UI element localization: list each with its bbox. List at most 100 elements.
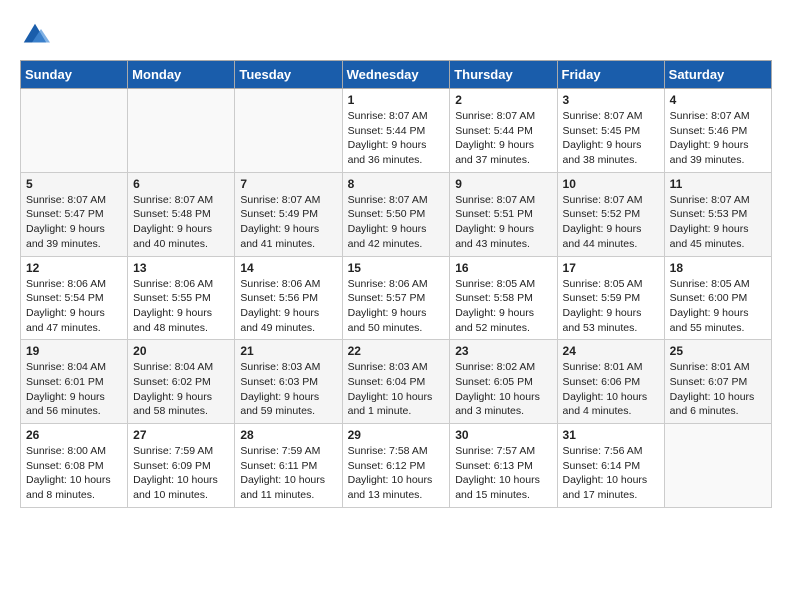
- calendar-cell: 8 Sunrise: 8:07 AM Sunset: 5:50 PM Daylig…: [342, 172, 450, 256]
- calendar-cell: 26 Sunrise: 8:00 AM Sunset: 6:08 PM Dayli…: [21, 424, 128, 508]
- calendar-cell: 1 Sunrise: 8:07 AM Sunset: 5:44 PM Daylig…: [342, 89, 450, 173]
- calendar-cell: 6 Sunrise: 8:07 AM Sunset: 5:48 PM Daylig…: [128, 172, 235, 256]
- calendar-cell: 5 Sunrise: 8:07 AM Sunset: 5:47 PM Daylig…: [21, 172, 128, 256]
- calendar-table: SundayMondayTuesdayWednesdayThursdayFrid…: [20, 60, 772, 508]
- day-number: 4: [670, 93, 766, 107]
- calendar-cell: 16Sunrise: 8:05 AM Sunset: 5:58 PM Dayli…: [450, 256, 557, 340]
- calendar-week-row: 19 Sunrise: 8:04 AM Sunset: 6:01 PM Dayli…: [21, 340, 772, 424]
- calendar-cell: [664, 424, 771, 508]
- day-number: 2: [455, 93, 551, 107]
- day-info: Sunrise: 8:05 AM Sunset: 6:00 PM Dayligh…: [670, 277, 766, 336]
- day-number: 29: [348, 428, 445, 442]
- day-info: Sunrise: 8:00 AM Sunset: 6:08 PM Dayligh…: [26, 444, 122, 503]
- day-number: 9: [455, 177, 551, 191]
- day-number: 22: [348, 344, 445, 358]
- calendar-cell: 19 Sunrise: 8:04 AM Sunset: 6:01 PM Dayli…: [21, 340, 128, 424]
- day-info: Sunrise: 7:58 AM Sunset: 6:12 PM Dayligh…: [348, 444, 445, 503]
- day-number: 13: [133, 261, 229, 275]
- calendar-week-row: 5 Sunrise: 8:07 AM Sunset: 5:47 PM Daylig…: [21, 172, 772, 256]
- logo-icon: [20, 20, 50, 50]
- weekday-header: Friday: [557, 61, 664, 89]
- day-number: 20: [133, 344, 229, 358]
- day-number: 23: [455, 344, 551, 358]
- calendar-cell: [21, 89, 128, 173]
- day-info: Sunrise: 8:07 AM Sunset: 5:47 PM Dayligh…: [26, 193, 122, 252]
- day-number: 19: [26, 344, 122, 358]
- day-info: Sunrise: 8:05 AM Sunset: 5:59 PM Dayligh…: [563, 277, 659, 336]
- day-number: 16: [455, 261, 551, 275]
- day-info: Sunrise: 7:56 AM Sunset: 6:14 PM Dayligh…: [563, 444, 659, 503]
- day-number: 21: [240, 344, 336, 358]
- calendar-cell: 31 Sunrise: 7:56 AM Sunset: 6:14 PM Dayli…: [557, 424, 664, 508]
- day-info: Sunrise: 8:07 AM Sunset: 5:44 PM Dayligh…: [455, 109, 551, 168]
- day-info: Sunrise: 8:06 AM Sunset: 5:54 PM Dayligh…: [26, 277, 122, 336]
- day-info: Sunrise: 7:57 AM Sunset: 6:13 PM Dayligh…: [455, 444, 551, 503]
- calendar-cell: 9 Sunrise: 8:07 AM Sunset: 5:51 PM Daylig…: [450, 172, 557, 256]
- day-info: Sunrise: 8:07 AM Sunset: 5:48 PM Dayligh…: [133, 193, 229, 252]
- calendar-cell: 17 Sunrise: 8:05 AM Sunset: 5:59 PM Dayli…: [557, 256, 664, 340]
- day-number: 26: [26, 428, 122, 442]
- calendar-cell: 29 Sunrise: 7:58 AM Sunset: 6:12 PM Dayli…: [342, 424, 450, 508]
- day-info: Sunrise: 8:06 AM Sunset: 5:57 PM Dayligh…: [348, 277, 445, 336]
- calendar-cell: 15 Sunrise: 8:06 AM Sunset: 5:57 PM Dayli…: [342, 256, 450, 340]
- day-info: Sunrise: 8:07 AM Sunset: 5:44 PM Dayligh…: [348, 109, 445, 168]
- day-info: Sunrise: 8:04 AM Sunset: 6:02 PM Dayligh…: [133, 360, 229, 419]
- weekday-header: Monday: [128, 61, 235, 89]
- day-number: 14: [240, 261, 336, 275]
- day-number: 3: [563, 93, 659, 107]
- day-info: Sunrise: 8:01 AM Sunset: 6:06 PM Dayligh…: [563, 360, 659, 419]
- day-number: 8: [348, 177, 445, 191]
- calendar-cell: 24 Sunrise: 8:01 AM Sunset: 6:06 PM Dayli…: [557, 340, 664, 424]
- day-number: 25: [670, 344, 766, 358]
- calendar-cell: 2 Sunrise: 8:07 AM Sunset: 5:44 PM Daylig…: [450, 89, 557, 173]
- day-info: Sunrise: 8:04 AM Sunset: 6:01 PM Dayligh…: [26, 360, 122, 419]
- day-number: 6: [133, 177, 229, 191]
- day-number: 17: [563, 261, 659, 275]
- calendar-cell: 7Sunrise: 8:07 AM Sunset: 5:49 PM Daylig…: [235, 172, 342, 256]
- day-number: 5: [26, 177, 122, 191]
- weekday-header: Sunday: [21, 61, 128, 89]
- day-number: 27: [133, 428, 229, 442]
- day-info: Sunrise: 8:07 AM Sunset: 5:46 PM Dayligh…: [670, 109, 766, 168]
- calendar-cell: 13 Sunrise: 8:06 AM Sunset: 5:55 PM Dayli…: [128, 256, 235, 340]
- calendar-cell: 20 Sunrise: 8:04 AM Sunset: 6:02 PM Dayli…: [128, 340, 235, 424]
- day-number: 11: [670, 177, 766, 191]
- day-info: Sunrise: 8:07 AM Sunset: 5:52 PM Dayligh…: [563, 193, 659, 252]
- day-info: Sunrise: 8:07 AM Sunset: 5:53 PM Dayligh…: [670, 193, 766, 252]
- day-info: Sunrise: 7:59 AM Sunset: 6:11 PM Dayligh…: [240, 444, 336, 503]
- calendar-cell: 21 Sunrise: 8:03 AM Sunset: 6:03 PM Dayli…: [235, 340, 342, 424]
- day-number: 30: [455, 428, 551, 442]
- logo: [20, 20, 54, 50]
- day-info: Sunrise: 8:07 AM Sunset: 5:50 PM Dayligh…: [348, 193, 445, 252]
- calendar-cell: 10Sunrise: 8:07 AM Sunset: 5:52 PM Dayli…: [557, 172, 664, 256]
- calendar-cell: 18 Sunrise: 8:05 AM Sunset: 6:00 PM Dayli…: [664, 256, 771, 340]
- day-info: Sunrise: 8:06 AM Sunset: 5:55 PM Dayligh…: [133, 277, 229, 336]
- day-info: Sunrise: 8:07 AM Sunset: 5:45 PM Dayligh…: [563, 109, 659, 168]
- day-number: 15: [348, 261, 445, 275]
- day-info: Sunrise: 8:03 AM Sunset: 6:04 PM Dayligh…: [348, 360, 445, 419]
- calendar-cell: 14Sunrise: 8:06 AM Sunset: 5:56 PM Dayli…: [235, 256, 342, 340]
- day-number: 1: [348, 93, 445, 107]
- calendar-cell: 4 Sunrise: 8:07 AM Sunset: 5:46 PM Daylig…: [664, 89, 771, 173]
- day-number: 12: [26, 261, 122, 275]
- day-info: Sunrise: 8:02 AM Sunset: 6:05 PM Dayligh…: [455, 360, 551, 419]
- day-number: 28: [240, 428, 336, 442]
- calendar-week-row: 12 Sunrise: 8:06 AM Sunset: 5:54 PM Dayli…: [21, 256, 772, 340]
- calendar-cell: 28 Sunrise: 7:59 AM Sunset: 6:11 PM Dayli…: [235, 424, 342, 508]
- calendar-cell: [235, 89, 342, 173]
- day-info: Sunrise: 8:03 AM Sunset: 6:03 PM Dayligh…: [240, 360, 336, 419]
- day-info: Sunrise: 7:59 AM Sunset: 6:09 PM Dayligh…: [133, 444, 229, 503]
- weekday-header: Thursday: [450, 61, 557, 89]
- calendar-cell: 30 Sunrise: 7:57 AM Sunset: 6:13 PM Dayli…: [450, 424, 557, 508]
- calendar-cell: 23 Sunrise: 8:02 AM Sunset: 6:05 PM Dayli…: [450, 340, 557, 424]
- day-info: Sunrise: 8:01 AM Sunset: 6:07 PM Dayligh…: [670, 360, 766, 419]
- calendar-cell: 22 Sunrise: 8:03 AM Sunset: 6:04 PM Dayli…: [342, 340, 450, 424]
- weekday-header: Wednesday: [342, 61, 450, 89]
- day-number: 18: [670, 261, 766, 275]
- day-number: 31: [563, 428, 659, 442]
- day-info: Sunrise: 8:07 AM Sunset: 5:51 PM Dayligh…: [455, 193, 551, 252]
- calendar-cell: 25 Sunrise: 8:01 AM Sunset: 6:07 PM Dayli…: [664, 340, 771, 424]
- day-number: 24: [563, 344, 659, 358]
- calendar-week-row: 26 Sunrise: 8:00 AM Sunset: 6:08 PM Dayli…: [21, 424, 772, 508]
- calendar-cell: 11 Sunrise: 8:07 AM Sunset: 5:53 PM Dayli…: [664, 172, 771, 256]
